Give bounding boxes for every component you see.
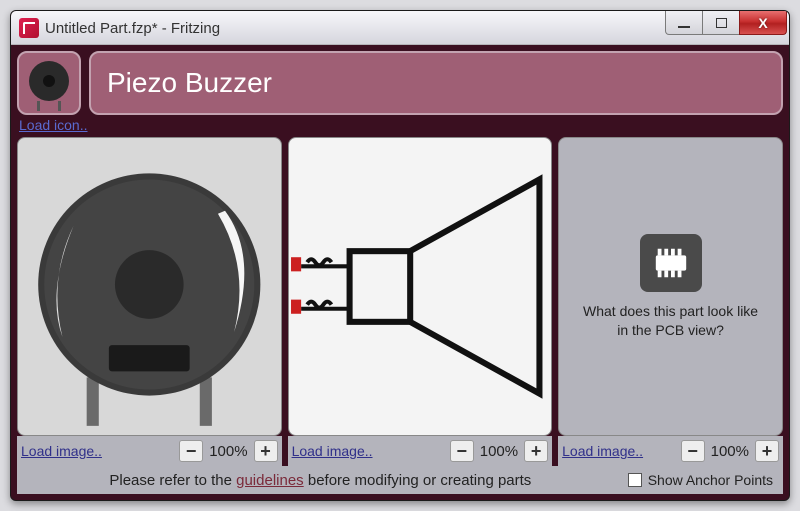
footer-hint: Please refer to the guidelines before mo… [27,472,614,489]
plus-icon: + [762,441,773,462]
schematic-zoom-out-button[interactable]: − [450,440,474,462]
pcb-canvas[interactable]: What does this part look like in the PCB… [558,137,783,436]
chip-placeholder-icon [640,234,702,292]
minus-icon: − [687,441,698,462]
schematic-zoom-value: 100% [478,443,520,460]
schematic-zoom-in-button[interactable]: + [524,440,548,462]
pcb-zoom-in-button[interactable]: + [755,440,779,462]
buzzer-thumb-icon [27,61,71,105]
pcb-zoom-out-button[interactable]: − [681,440,705,462]
close-icon: X [758,15,767,31]
minimize-icon [678,26,690,28]
show-anchor-points-checkbox[interactable]: Show Anchor Points [628,472,773,488]
plus-icon: + [260,441,271,462]
breadboard-zoom-in-button[interactable]: + [254,440,278,462]
schematic-panel: Load image.. − 100% + [288,137,553,466]
load-icon-link[interactable]: Load icon.. [19,117,783,133]
buzzer-breadboard-icon [18,138,281,435]
close-button[interactable]: X [739,11,787,35]
client-area: Piezo Buzzer Load icon.. [11,45,789,500]
minus-icon: − [456,441,467,462]
footer-bar: Please refer to the guidelines before mo… [17,466,783,494]
maximize-button[interactable] [702,11,740,35]
schematic-load-image-link[interactable]: Load image.. [292,443,446,459]
part-name-text: Piezo Buzzer [107,67,272,99]
breadboard-canvas[interactable] [17,137,282,436]
show-anchor-points-label: Show Anchor Points [648,472,773,488]
title-bar[interactable]: Untitled Part.fzp* - Fritzing X [11,11,789,45]
schematic-canvas[interactable] [288,137,553,436]
breadboard-zoom-out-button[interactable]: − [179,440,203,462]
breadboard-zoom-value: 100% [207,443,249,460]
app-icon [19,18,39,38]
footer-suffix: before modifying or creating parts [304,472,532,489]
header-row: Piezo Buzzer [17,51,783,115]
pcb-panel: What does this part look like in the PCB… [558,137,783,466]
pcb-toolbar: Load image.. − 100% + [558,436,783,466]
pcb-placeholder-text: What does this part look like in the PCB… [579,302,762,340]
footer-prefix: Please refer to the [109,472,236,489]
breadboard-toolbar: Load image.. − 100% + [17,436,282,466]
breadboard-load-image-link[interactable]: Load image.. [21,443,175,459]
part-name-field[interactable]: Piezo Buzzer [89,51,783,115]
app-window: Untitled Part.fzp* - Fritzing X Piezo Bu… [10,10,790,501]
speaker-schematic-icon [289,138,552,435]
checkbox-icon [628,473,642,487]
plus-icon: + [531,441,542,462]
window-controls: X [666,11,787,35]
pcb-zoom-value: 100% [709,443,751,460]
breadboard-panel: Load image.. − 100% + [17,137,282,466]
minus-icon: − [186,441,197,462]
minimize-button[interactable] [665,11,703,35]
pcb-load-image-link[interactable]: Load image.. [562,443,677,459]
guidelines-link[interactable]: guidelines [236,472,304,489]
part-icon-preview[interactable] [17,51,81,115]
maximize-icon [716,18,727,28]
view-panels: Load image.. − 100% + [17,137,783,466]
schematic-toolbar: Load image.. − 100% + [288,436,553,466]
